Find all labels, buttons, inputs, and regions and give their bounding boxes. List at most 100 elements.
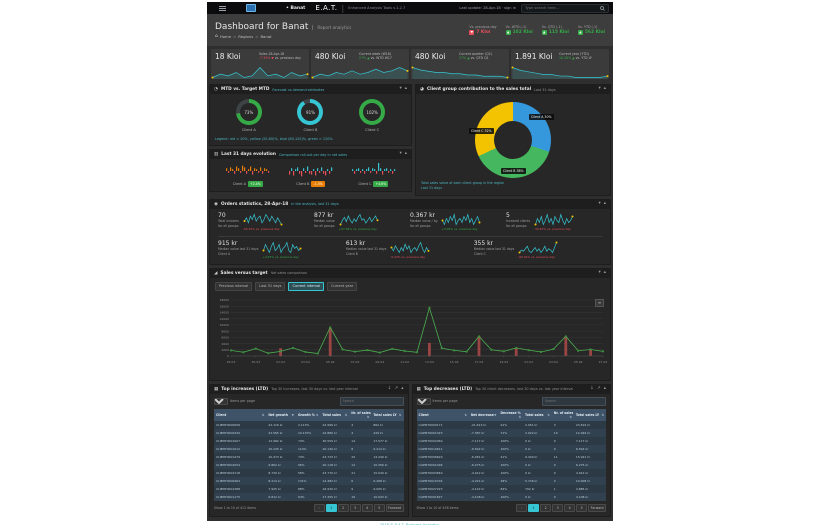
table-row: CLIENT0001827 -4.108 kr 100% 0 kr 0 4.108 kr (416, 492, 606, 501)
interval-button[interactable]: Previous interval (215, 281, 253, 291)
caret-down-icon[interactable]: ▾ (598, 271, 600, 276)
collapse-icon[interactable]: ▴ (401, 387, 403, 392)
pagination-prev[interactable]: « (516, 503, 528, 512)
order-stat-value: 5 (506, 211, 510, 219)
table-cell: 4 (551, 476, 574, 485)
table-cell: 9.440 kr (523, 452, 552, 461)
evolution-mini-chart (288, 166, 332, 177)
sort-icon[interactable]: ⇅ (262, 413, 265, 417)
collapse-icon[interactable]: ▴ (405, 152, 407, 157)
sort-icon[interactable]: ⇅ (569, 415, 572, 419)
breadcrumb-link[interactable]: Home (220, 34, 231, 39)
order-stat-value: 355 kr (473, 239, 494, 247)
order-stat-delta: -5.22% vs. previous day (390, 254, 426, 259)
pagination-next[interactable]: Forward (588, 503, 606, 512)
page-size-select[interactable]: 10 (214, 397, 228, 405)
pagination-page[interactable]: 2 (540, 503, 552, 512)
column-header[interactable]: Client ⇅ (214, 408, 267, 421)
mtd-gauge[interactable]: 102% Client C (359, 99, 386, 132)
table-cell: CLIENT0003118 (214, 468, 267, 477)
pagination-prev[interactable]: « (313, 503, 325, 512)
sort-desc-icon[interactable]: ▼ (292, 413, 294, 417)
sort-icon[interactable]: ⇅ (547, 413, 550, 417)
order-stat-delta: -55.32% vs. previous day (242, 226, 280, 231)
table-cell: 23.770 kr (320, 468, 350, 477)
pagination-page[interactable]: 1 (325, 503, 337, 512)
caret-down-icon[interactable]: ▾ (598, 87, 600, 92)
sort-icon[interactable]: ⇅ (464, 413, 467, 417)
collapse-icon[interactable]: ▴ (604, 87, 606, 92)
pagination-page[interactable]: 1 (528, 503, 540, 512)
table-controls: 10 items per page (210, 394, 408, 408)
column-header[interactable]: Total sales ⇅ (523, 408, 552, 421)
table-cell: -7.387 kr (468, 428, 499, 437)
pagination-page[interactable]: 4 (564, 503, 576, 512)
expand-icon[interactable]: ↗ (394, 387, 398, 392)
kpi-delta-value: -7.34% ▼ (259, 56, 274, 61)
caret-down-icon[interactable]: ▾ (399, 87, 401, 92)
sort-icon[interactable]: ⇅ (399, 413, 402, 417)
table-cell: -6.592 kr (468, 444, 499, 453)
download-icon[interactable]: ↓ (590, 387, 594, 392)
column-header[interactable]: Decrease % ⇅ (498, 408, 524, 421)
column-header[interactable]: Client ⇅ (416, 408, 469, 421)
mtd-gauge[interactable]: 73% Client A (235, 99, 262, 132)
gauge-percent: 102% (366, 109, 378, 115)
chart-export-menu-icon[interactable]: ≡ (595, 298, 604, 307)
table-row: CLIENT0001012 10.245 kr 110% 20.140 kr 8 9.21… (214, 444, 404, 453)
svg-text:07-04: 07-04 (351, 360, 360, 364)
column-header[interactable]: Net growth ▼ (266, 408, 296, 421)
column-header[interactable]: Nr. of sales ⇅ (551, 408, 574, 421)
collapse-icon[interactable]: ▴ (405, 87, 407, 92)
column-header[interactable]: Total sales LY ⇅ (573, 408, 606, 421)
caret-down-icon[interactable]: ▾ (399, 152, 401, 157)
caret-down-icon[interactable]: ▾ (598, 202, 600, 207)
mtd-gauge[interactable]: 91% Client B (297, 99, 324, 132)
sort-icon[interactable]: ⇅ (601, 413, 604, 417)
pagination-next[interactable]: Forward (385, 503, 404, 512)
interval-button[interactable]: Last 31 days (255, 281, 286, 291)
breadcrumb-link[interactable]: Regions (238, 34, 253, 39)
column-header[interactable]: Total sales LY ⇅ (371, 408, 404, 421)
sort-icon[interactable]: ⇅ (316, 413, 319, 417)
sort-icon[interactable]: ⇅ (367, 415, 370, 419)
table-search-input[interactable] (542, 396, 606, 406)
order-stat-delta: -60.91% vs. previous day (518, 254, 555, 259)
interval-button[interactable]: Current interval (288, 281, 325, 291)
pagination-page[interactable]: 3 (552, 503, 564, 512)
column-header[interactable]: Total sales ⇅ (320, 408, 350, 421)
breadcrumb-link[interactable]: Banat (260, 34, 271, 39)
column-header[interactable]: Net decrease ▼ (468, 408, 499, 421)
table-search-input[interactable] (339, 396, 404, 406)
search-icon[interactable] (600, 5, 605, 11)
search-input[interactable] (525, 6, 600, 10)
page-subtitle: Report analytics (312, 24, 351, 30)
pagination-page[interactable]: 2 (337, 503, 349, 512)
header-stat-value: ▲ 562 Kloi (577, 30, 605, 35)
menu-icon[interactable] (219, 5, 226, 11)
collapse-icon[interactable]: ▴ (604, 387, 606, 392)
sort-icon[interactable]: ⇅ (519, 415, 522, 419)
expand-icon[interactable]: ↗ (597, 387, 601, 392)
download-icon[interactable]: ↓ (388, 387, 392, 392)
table-cell: CLIENT0001175 (214, 492, 267, 501)
column-header[interactable]: Nr. of sales ⇅ (349, 408, 372, 421)
column-header[interactable]: Growth % ⇅ (295, 408, 321, 421)
page-size-select[interactable]: 10 (416, 397, 431, 405)
table-row: CLIENT0006629 -6.481 kr 41% 9.440 kr 11 15.92… (416, 452, 606, 461)
app-logo-icon[interactable] (246, 4, 256, 12)
interval-button[interactable]: Current year (327, 281, 358, 291)
sort-desc-icon[interactable]: ▼ (494, 413, 496, 417)
panel-evolution: ▥ Last 31 days evolution Comparison roll… (209, 149, 412, 192)
table-info: Show 1 to 10 of 458 items (416, 505, 459, 510)
panel-subtitle: Comparison roll-out per day in net sales (278, 152, 347, 157)
pagination-page[interactable]: 3 (349, 503, 361, 512)
collapse-icon[interactable]: ▴ (604, 271, 606, 276)
pagination-page[interactable]: 5 (373, 503, 385, 512)
pagination-page[interactable]: 5 (576, 503, 588, 512)
sort-icon[interactable]: ⇅ (345, 413, 348, 417)
collapse-icon[interactable]: ▴ (604, 202, 606, 207)
kpi-value: 18 Kloi (215, 52, 241, 61)
pagination-page[interactable]: 4 (361, 503, 373, 512)
order-stat-value: 613 kr (345, 239, 366, 247)
